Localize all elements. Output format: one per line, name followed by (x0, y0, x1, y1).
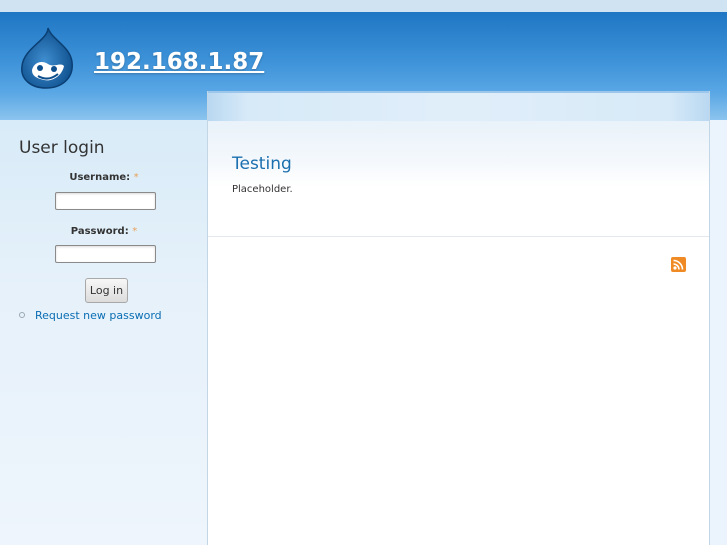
content-divider (208, 236, 709, 237)
node-body-text: Placeholder. (232, 184, 293, 195)
user-login-title: User login (19, 138, 105, 158)
main-content-top-bar (208, 91, 709, 121)
username-input[interactable] (55, 192, 156, 210)
rss-feed-icon[interactable] (671, 257, 686, 272)
required-marker: * (133, 172, 139, 183)
list-bullet-icon (19, 312, 25, 318)
login-button[interactable]: Log in (85, 278, 128, 303)
drupal-logo-icon[interactable] (18, 26, 76, 90)
browser-top-strip (0, 0, 727, 12)
sidebar (0, 120, 208, 545)
request-new-password-link[interactable]: Request new password (35, 309, 162, 322)
required-marker: * (132, 226, 138, 237)
site-name-link[interactable]: 192.168.1.87 (94, 49, 264, 75)
node-title-link[interactable]: Testing (232, 154, 292, 174)
password-label: Password: * (0, 226, 208, 237)
password-label-text: Password: (70, 226, 129, 237)
username-label-text: Username: (69, 172, 131, 183)
username-label: Username: * (0, 172, 208, 183)
password-input[interactable] (55, 245, 156, 263)
